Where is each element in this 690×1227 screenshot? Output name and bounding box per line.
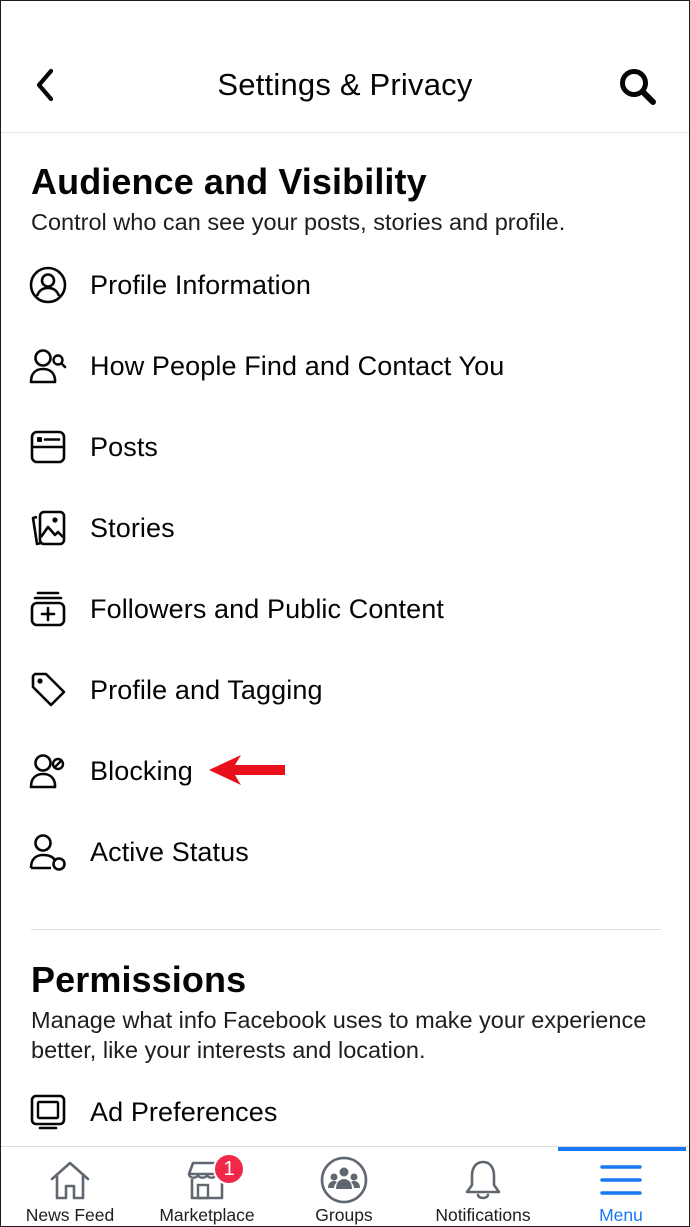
menu-item-label: Profile Information (90, 269, 311, 300)
followers-add-icon (27, 588, 69, 630)
user-circle-icon (27, 264, 69, 306)
stories-icon (27, 507, 69, 549)
menu-item-blocking[interactable]: Blocking (1, 741, 689, 801)
section-description-audience: Control who can see your posts, stories … (31, 209, 566, 235)
search-icon (620, 69, 656, 105)
menu-item-label: Followers and Public Content (90, 593, 444, 624)
menu-item-label: Profile and Tagging (90, 674, 323, 705)
person-block-icon (27, 750, 69, 792)
marketplace-badge: 1 (213, 1153, 245, 1185)
tab-marketplace[interactable]: Marketplace (138, 1147, 276, 1226)
section-description-permissions: Manage what info Facebook uses to make y… (31, 1007, 647, 1063)
tab-label: News Feed (25, 1205, 115, 1225)
home-icon (44, 1155, 96, 1205)
menu-item-followers-public-content[interactable]: Followers and Public Content (1, 579, 689, 639)
bottom-tab-bar: News Feed Marketplace Groups Notificatio… (1, 1146, 689, 1226)
menu-item-profile-information[interactable]: Profile Information (1, 255, 689, 315)
annotation-arrow-icon (209, 755, 285, 785)
monitor-icon (27, 1091, 69, 1133)
tab-label: Groups (315, 1205, 373, 1225)
menu-item-profile-tagging[interactable]: Profile and Tagging (1, 660, 689, 720)
menu-item-posts[interactable]: Posts (1, 417, 689, 477)
menu-item-label: Posts (90, 431, 159, 462)
tab-label: Notifications (435, 1205, 531, 1225)
tag-icon (27, 669, 69, 711)
menu-item-ad-preferences[interactable]: Ad Preferences (1, 1082, 689, 1142)
menu-item-label: Active Status (90, 836, 249, 867)
bell-icon (457, 1155, 509, 1205)
hamburger-icon (595, 1155, 647, 1205)
menu-item-label: Blocking (90, 755, 193, 786)
menu-item-label: Ad Preferences (90, 1096, 278, 1127)
section-divider (31, 929, 661, 930)
posts-icon (27, 426, 69, 468)
section-title-permissions: Permissions (31, 959, 247, 1000)
tab-label: Marketplace (159, 1205, 255, 1225)
groups-icon (318, 1155, 370, 1205)
menu-item-stories[interactable]: Stories (1, 498, 689, 558)
menu-item-label: How People Find and Contact You (90, 350, 505, 381)
tab-groups[interactable]: Groups (275, 1147, 413, 1226)
person-search-icon (27, 345, 69, 387)
page-title: Settings & Privacy (217, 67, 473, 102)
tab-menu[interactable]: Menu (552, 1147, 689, 1226)
search-button[interactable] (615, 65, 661, 109)
person-status-icon (27, 831, 69, 873)
tab-notifications[interactable]: Notifications (414, 1147, 552, 1226)
menu-item-active-status[interactable]: Active Status (1, 822, 689, 882)
section-title-audience: Audience and Visibility (31, 161, 427, 202)
settings-privacy-screen: Settings & Privacy Audience and Visibili… (0, 0, 690, 1227)
tab-label: Menu (599, 1205, 643, 1225)
tab-news-feed[interactable]: News Feed (1, 1147, 139, 1226)
menu-item-label: Stories (90, 512, 175, 543)
menu-item-how-people-find-you[interactable]: How People Find and Contact You (1, 336, 689, 396)
top-bar: Settings & Privacy (1, 1, 689, 133)
